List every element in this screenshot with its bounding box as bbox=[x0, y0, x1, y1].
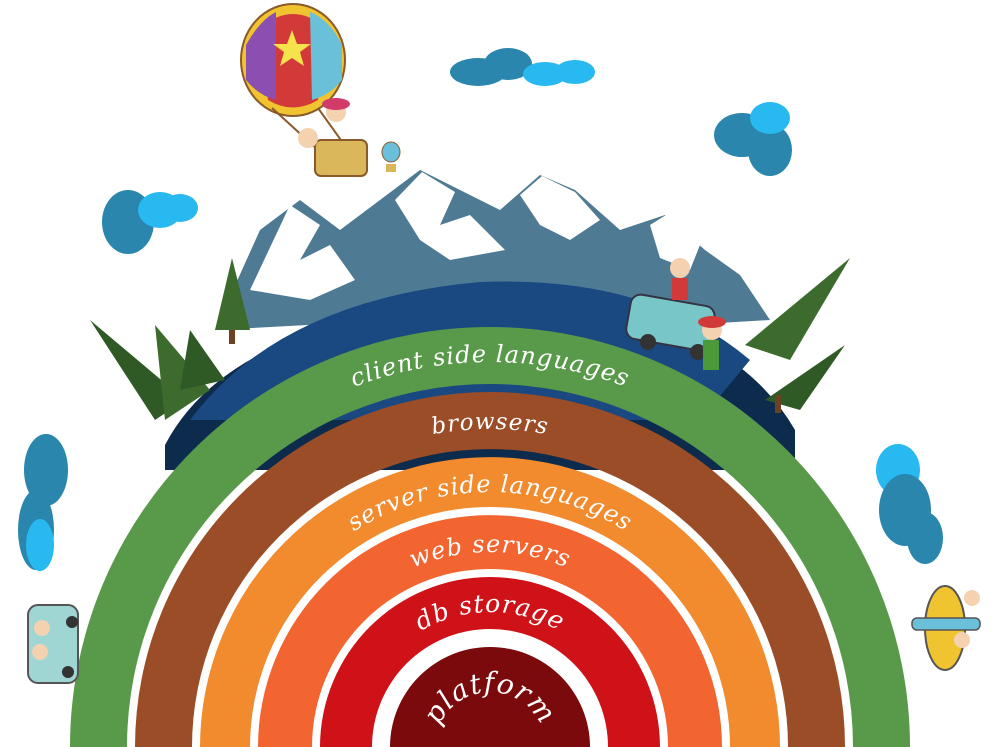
cloud-top-right bbox=[714, 102, 792, 176]
cloud-right bbox=[876, 444, 943, 564]
toy-airplane bbox=[911, 585, 981, 671]
hot-air-balloon bbox=[240, 3, 368, 177]
cloud-left bbox=[18, 434, 68, 571]
small-balloon bbox=[381, 141, 401, 172]
cloud-top-center bbox=[450, 48, 595, 86]
toy-car bbox=[27, 604, 79, 684]
layers-rainbow-diagram: client side languagesbrowsersserver side… bbox=[18, 3, 981, 747]
cloud-top-left bbox=[102, 190, 198, 254]
